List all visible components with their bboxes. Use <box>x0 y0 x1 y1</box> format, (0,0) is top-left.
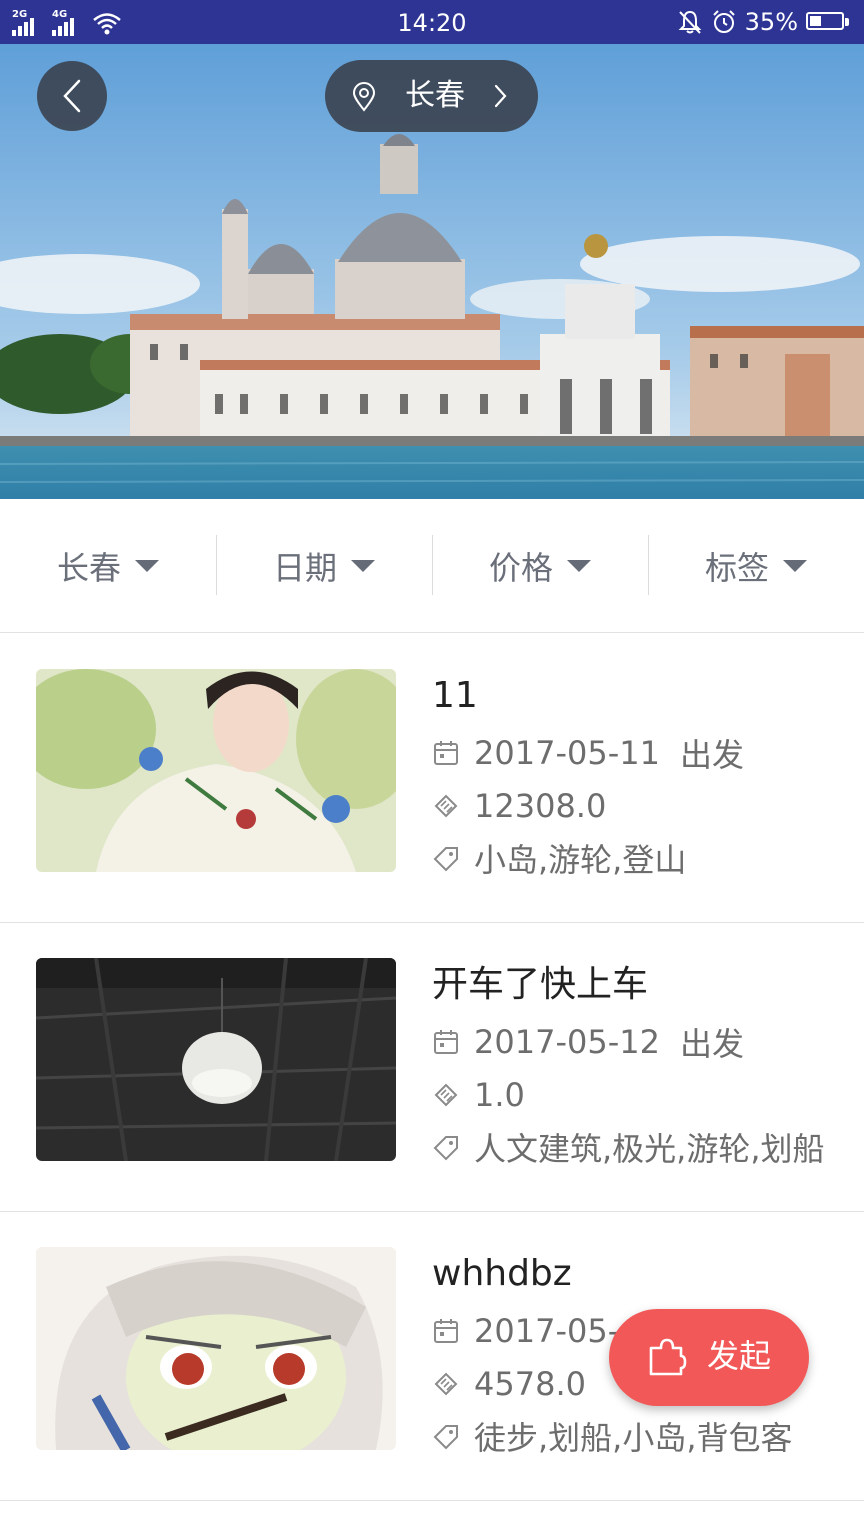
trip-date-row: 2017-05-12 出发 <box>432 1020 744 1064</box>
trip-thumbnail <box>36 1247 396 1450</box>
filter-label: 标签 <box>704 548 769 587</box>
location-pin-icon <box>352 82 376 112</box>
caret-down-icon <box>567 559 591 572</box>
alarm-icon <box>712 10 735 33</box>
portrait-photo-image <box>36 669 396 872</box>
trip-tags: 人文建筑,极光,游轮,划船 <box>474 1130 825 1168</box>
trip-title: 11 <box>432 675 478 716</box>
trip-price-row: 12308.0 <box>432 784 606 828</box>
filter-city[interactable]: 长春 <box>0 499 216 632</box>
puzzle-icon <box>649 1338 687 1376</box>
trip-date: 2017-05-12 <box>474 1023 660 1061</box>
ceiling-lamp-photo-image <box>36 958 396 1161</box>
trip-thumbnail <box>36 669 396 872</box>
filter-date[interactable]: 日期 <box>216 499 432 632</box>
trip-price-row: 4578.0 <box>432 1362 586 1406</box>
create-trip-label: 发起 <box>707 1337 772 1375</box>
back-button[interactable] <box>37 61 107 131</box>
create-trip-button[interactable]: 发起 <box>609 1309 809 1406</box>
battery-percent: 35% <box>744 8 798 36</box>
tag-icon <box>433 1425 458 1450</box>
filter-label: 长春 <box>56 548 121 587</box>
chevron-left-icon <box>63 79 81 113</box>
ticket-icon <box>434 794 458 818</box>
caret-down-icon <box>135 559 159 572</box>
filter-tags[interactable]: 标签 <box>648 499 864 632</box>
calendar-icon <box>434 741 458 765</box>
trip-depart-label: 出发 <box>679 1025 744 1063</box>
tag-icon <box>433 847 458 872</box>
trip-tags-row: 徒步,划船,小岛,背包客 <box>432 1414 793 1458</box>
trip-date-row: 2017-05- <box>432 1309 619 1353</box>
anime-avatar-image <box>36 1247 396 1450</box>
trip-list-item[interactable]: 11 2017-05-11 出发 12308.0 小岛,游轮,登山 <box>0 633 864 923</box>
trip-tags-row: 人文建筑,极光,游轮,划船 <box>432 1125 825 1169</box>
chevron-right-icon <box>494 84 507 108</box>
trip-date: 2017-05-11 <box>474 734 660 772</box>
trip-title: 开车了快上车 <box>432 964 649 1005</box>
battery-icon <box>806 12 850 32</box>
trip-tags: 小岛,游轮,登山 <box>474 841 687 879</box>
trip-list-item[interactable]: 开车了快上车 2017-05-12 出发 1.0 人文建筑,极光,游轮,划船 <box>0 922 864 1212</box>
trip-tags-row: 小岛,游轮,登山 <box>432 836 686 880</box>
trip-price: 12308.0 <box>474 787 607 825</box>
trip-tags: 徒步,划船,小岛,背包客 <box>474 1419 793 1457</box>
trip-depart-label: 出发 <box>679 736 744 774</box>
ticket-icon <box>434 1083 458 1107</box>
trip-date: 2017-05- <box>474 1312 620 1350</box>
calendar-icon <box>434 1319 458 1343</box>
filter-label: 价格 <box>488 548 553 587</box>
hero-banner: 长春 <box>0 44 864 499</box>
location-label: 长春 <box>405 78 465 113</box>
ticket-icon <box>434 1372 458 1396</box>
filter-bar: 长春 日期 价格 标签 <box>0 499 864 633</box>
caret-down-icon <box>783 559 807 572</box>
trip-price: 4578.0 <box>474 1365 586 1403</box>
trip-date-row: 2017-05-11 出发 <box>432 731 744 775</box>
trip-price-row: 1.0 <box>432 1073 525 1117</box>
trip-price: 1.0 <box>474 1076 525 1114</box>
calendar-icon <box>434 1030 458 1054</box>
trip-title: whhdbz <box>432 1253 572 1294</box>
caret-down-icon <box>351 559 375 572</box>
mute-bell-icon <box>678 10 702 34</box>
filter-price[interactable]: 价格 <box>432 499 648 632</box>
location-selector[interactable]: 长春 <box>325 60 538 132</box>
status-bar: 2G 4G 14:20 35% <box>0 0 864 44</box>
filter-label: 日期 <box>272 548 337 587</box>
tag-icon <box>433 1136 458 1161</box>
trip-thumbnail <box>36 958 396 1161</box>
